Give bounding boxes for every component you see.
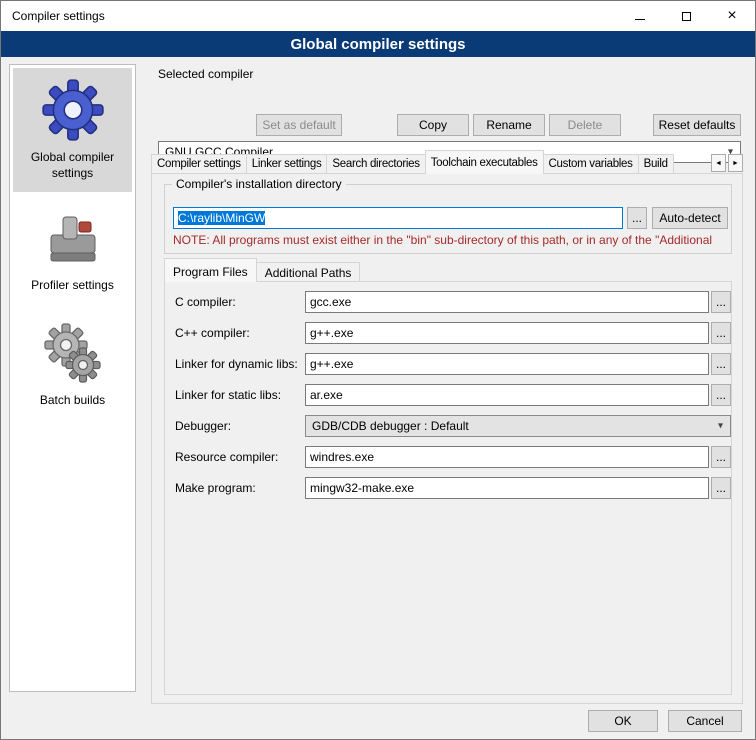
make-program-label: Make program: [175, 481, 256, 495]
resource-compiler-value: windres.exe [310, 450, 374, 464]
resource-compiler-input[interactable]: windres.exe [305, 446, 709, 468]
program-files-panel: C compiler: gcc.exe ... C++ compiler: g+… [164, 281, 732, 695]
minimize-button[interactable] [617, 1, 663, 31]
linker-static-value: ar.exe [310, 388, 343, 402]
maximize-icon [682, 12, 691, 21]
tab-custom-variables[interactable]: Custom variables [543, 154, 639, 174]
tab-strip: Compiler settings Linker settings Search… [151, 150, 743, 174]
sub-tab-strip: Program Files Additional Paths [164, 258, 359, 282]
debugger-label: Debugger: [175, 419, 231, 433]
linker-static-label: Linker for static libs: [175, 388, 281, 402]
installation-directory-value: C:\raylib\MinGW [178, 211, 265, 225]
linker-dynamic-label: Linker for dynamic libs: [175, 357, 298, 371]
linker-static-input[interactable]: ar.exe [305, 384, 709, 406]
form-row-make-program: Make program: mingw32-make.exe ... [165, 477, 731, 499]
cpp-compiler-input[interactable]: g++.exe [305, 322, 709, 344]
form-row-resource-compiler: Resource compiler: windres.exe ... [165, 446, 731, 468]
tab-build-options[interactable]: Build [638, 154, 674, 174]
c-compiler-input[interactable]: gcc.exe [305, 291, 709, 313]
window-title: Compiler settings [1, 9, 105, 23]
rename-button[interactable]: Rename [473, 114, 545, 136]
installation-directory-input[interactable]: C:\raylib\MinGW [173, 207, 623, 229]
tab-linker-settings[interactable]: Linker settings [246, 154, 328, 174]
debugger-select[interactable]: GDB/CDB debugger : Default ▾ [305, 415, 731, 437]
cpp-compiler-value: g++.exe [310, 326, 353, 340]
subtab-program-files[interactable]: Program Files [164, 258, 257, 282]
reset-defaults-button[interactable]: Reset defaults [653, 114, 741, 136]
cpp-compiler-label: C++ compiler: [175, 326, 250, 340]
ok-button[interactable]: OK [588, 710, 658, 732]
form-row-debugger: Debugger: GDB/CDB debugger : Default ▾ [165, 415, 731, 437]
maximize-button[interactable] [663, 1, 709, 31]
set-as-default-button[interactable]: Set as default [256, 114, 342, 136]
form-row-c-compiler: C compiler: gcc.exe ... [165, 291, 731, 313]
tab-scroll-controls: ◄ ► [711, 154, 743, 174]
installation-directory-browse-button[interactable]: ... [627, 207, 647, 229]
window-controls: × [617, 1, 755, 31]
tab-compiler-settings[interactable]: Compiler settings [151, 154, 247, 174]
sidebar-item-label: Batch builds [40, 393, 105, 409]
tab-strip-clip: Compiler settings Linker settings Search… [151, 150, 707, 174]
make-program-browse-button[interactable]: ... [711, 477, 731, 499]
make-program-value: mingw32-make.exe [310, 481, 414, 495]
toolchain-executables-panel: Compiler's installation directory C:\ray… [151, 173, 743, 704]
make-program-input[interactable]: mingw32-make.exe [305, 477, 709, 499]
selected-compiler-label: Selected compiler [158, 67, 253, 81]
auto-detect-button[interactable]: Auto-detect [652, 207, 728, 229]
copy-button[interactable]: Copy [397, 114, 469, 136]
linker-dynamic-value: g++.exe [310, 357, 353, 371]
dialog-header: Global compiler settings [1, 31, 755, 57]
installation-directory-group: Compiler's installation directory C:\ray… [164, 184, 732, 254]
tab-toolchain-executables[interactable]: Toolchain executables [425, 150, 544, 174]
settings-sidebar: Global compiler settings Profiler settin… [9, 64, 136, 692]
sidebar-item-profiler-settings[interactable]: Profiler settings [13, 200, 132, 305]
form-row-cpp-compiler: C++ compiler: g++.exe ... [165, 322, 731, 344]
form-row-linker-dynamic: Linker for dynamic libs: g++.exe ... [165, 353, 731, 375]
compiler-settings-dialog: Compiler settings × Global compiler sett… [0, 0, 756, 740]
cpp-compiler-browse-button[interactable]: ... [711, 322, 731, 344]
close-button[interactable]: × [709, 1, 755, 31]
tab-search-directories[interactable]: Search directories [326, 154, 425, 174]
resource-compiler-browse-button[interactable]: ... [711, 446, 731, 468]
scroll-right-icon: ► [732, 160, 739, 167]
c-compiler-label: C compiler: [175, 295, 236, 309]
sidebar-item-label: Global compiler settings [15, 150, 130, 181]
sidebar-item-label: Profiler settings [31, 278, 114, 294]
c-compiler-browse-button[interactable]: ... [711, 291, 731, 313]
c-compiler-value: gcc.exe [310, 295, 351, 309]
profiler-tool-icon [43, 209, 103, 271]
cancel-button[interactable]: Cancel [668, 710, 742, 732]
chevron-down-icon: ▾ [718, 420, 723, 431]
sidebar-item-batch-builds[interactable]: Batch builds [13, 313, 132, 420]
subtab-additional-paths[interactable]: Additional Paths [256, 262, 361, 282]
minimize-icon [635, 19, 645, 20]
installation-directory-note: NOTE: All programs must exist either in … [173, 233, 729, 247]
linker-dynamic-input[interactable]: g++.exe [305, 353, 709, 375]
resource-compiler-label: Resource compiler: [175, 450, 278, 464]
sidebar-item-global-compiler-settings[interactable]: Global compiler settings [13, 68, 132, 192]
close-icon: × [727, 8, 736, 24]
batch-gears-icon [41, 322, 105, 386]
tab-scroll-right-button[interactable]: ► [728, 154, 743, 172]
debugger-value: GDB/CDB debugger : Default [312, 419, 469, 433]
linker-static-browse-button[interactable]: ... [711, 384, 731, 406]
form-row-linker-static: Linker for static libs: ar.exe ... [165, 384, 731, 406]
linker-dynamic-browse-button[interactable]: ... [711, 353, 731, 375]
tab-scroll-left-button[interactable]: ◄ [711, 154, 726, 172]
installation-directory-group-title: Compiler's installation directory [172, 177, 346, 191]
titlebar: Compiler settings × [1, 1, 755, 31]
gear-icon [40, 77, 106, 143]
scroll-left-icon: ◄ [715, 160, 722, 167]
delete-button[interactable]: Delete [549, 114, 621, 136]
